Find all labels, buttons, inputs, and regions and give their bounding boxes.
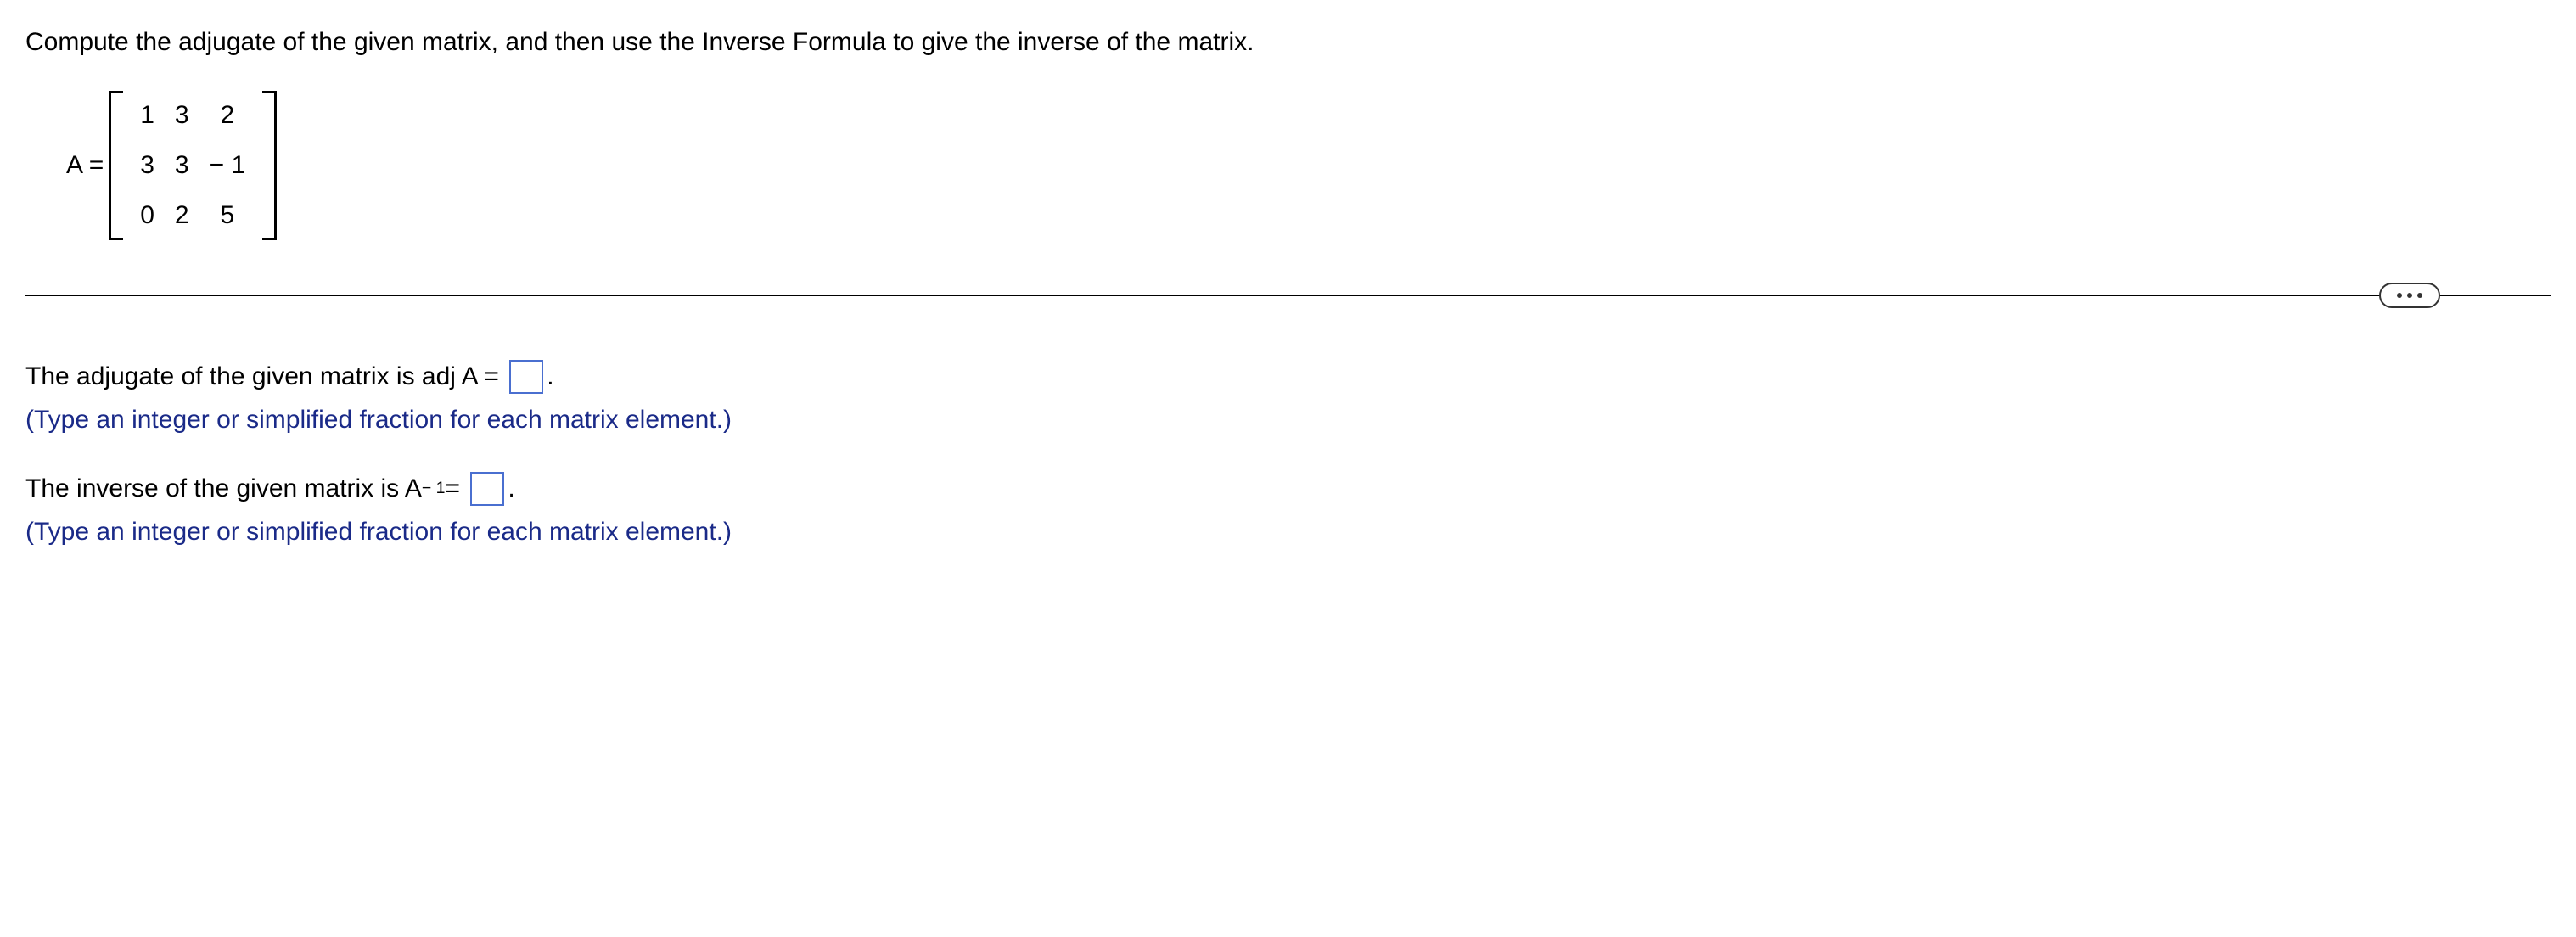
adjugate-hint: (Type an integer or simplified fraction … <box>25 398 2551 441</box>
matrix-cells: 1 3 2 3 3 − 1 0 2 5 <box>130 91 255 240</box>
adjugate-answer-input[interactable] <box>509 360 543 394</box>
dot-icon <box>2407 293 2412 298</box>
matrix-cell: 3 <box>165 91 199 141</box>
adjugate-suffix: . <box>547 355 553 398</box>
question-text: Compute the adjugate of the given matrix… <box>25 25 2551 59</box>
adjugate-prompt: The adjugate of the given matrix is adj … <box>25 355 499 398</box>
table-row: 0 2 5 <box>130 190 255 240</box>
matrix-cell: 1 <box>130 91 165 141</box>
inverse-exponent: − 1 <box>422 474 446 502</box>
matrix-cell: 5 <box>199 190 256 240</box>
answer-section: The adjugate of the given matrix is adj … <box>25 355 2551 553</box>
inverse-hint: (Type an integer or simplified fraction … <box>25 510 2551 553</box>
dot-icon <box>2397 293 2402 298</box>
matrix-cell: 2 <box>199 91 256 141</box>
more-options-button[interactable] <box>2379 283 2440 308</box>
matrix-cell: 2 <box>165 190 199 240</box>
table-row: 3 3 − 1 <box>130 141 255 191</box>
section-divider <box>25 283 2551 308</box>
matrix-cell: 0 <box>130 190 165 240</box>
matrix-cell: 3 <box>165 141 199 191</box>
matrix-cell: 3 <box>130 141 165 191</box>
inverse-answer-input[interactable] <box>470 472 504 506</box>
dot-icon <box>2417 293 2422 298</box>
left-bracket-icon <box>109 91 123 240</box>
matrix-label: A = <box>66 151 104 180</box>
matrix-A: 1 3 2 3 3 − 1 0 2 5 <box>109 91 277 240</box>
inverse-prompt-b: = <box>446 467 461 510</box>
inverse-suffix: . <box>508 467 514 510</box>
adjugate-line: The adjugate of the given matrix is adj … <box>25 355 2551 398</box>
matrix-cell: − 1 <box>199 141 256 191</box>
divider-line <box>25 295 2551 296</box>
inverse-line: The inverse of the given matrix is A − 1… <box>25 467 2551 510</box>
inverse-prompt-a: The inverse of the given matrix is A <box>25 467 422 510</box>
right-bracket-icon <box>262 91 277 240</box>
matrix-expression: A = 1 3 2 3 3 − 1 0 2 5 <box>66 91 2551 240</box>
table-row: 1 3 2 <box>130 91 255 141</box>
